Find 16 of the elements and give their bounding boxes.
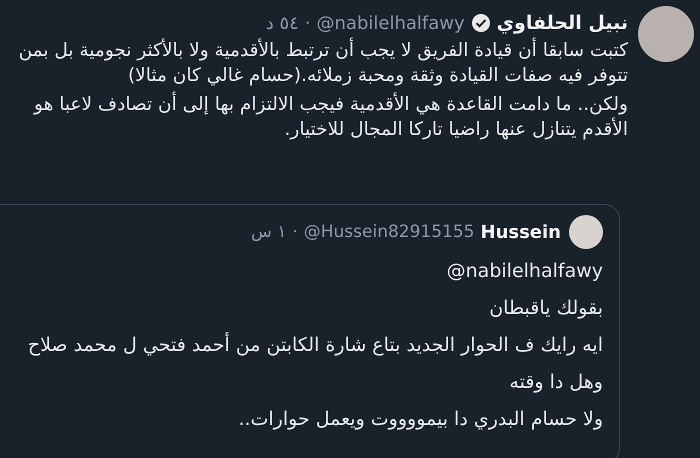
author-handle[interactable]: @Hussein82915155 — [304, 222, 474, 242]
tweet-text: ولكن.. ما دامت القاعدة هي الأقدمية فيجب الالتزام بها إلى أن تصادف لاعبا هو الأقدم يتنازل عنها راضيا تاركا المجال للاختيار. — [0, 92, 628, 142]
author-handle[interactable]: @nabilelhalfawy — [316, 12, 465, 34]
separator-dot: · — [304, 12, 311, 34]
quoted-tweet-text: ايه رايك ف الحوار الجديد بتاع شارة الكابتن من أحمد فتحي ل محمد صلاح — [26, 331, 603, 358]
post-time[interactable]: ١ س — [251, 222, 286, 242]
author-name[interactable]: نبيل الحلفاوي — [496, 12, 628, 34]
quoted-tweet-text: وهل دا وقته — [508, 370, 603, 395]
avatar-photo[interactable] — [569, 215, 603, 249]
post-time[interactable]: ٥٤ د — [266, 12, 299, 34]
tweet-text: كتبت سابقا أن قيادة الفريق لا يجب أن ترتبط بالأقدمية ولا بالأكثر نجومية بل بمن تتوفر فيه صفات القيادة وثقة ومحبة زملائه.(حسام غالي كان مثالا) — [0, 38, 628, 88]
author-name[interactable]: Hussein — [480, 222, 561, 242]
quoted-tweet-text: ولا حسام البدري دا بيمووووت ويعمل حوارات.. — [237, 407, 603, 432]
quoted-tweet-text: @nabilelhalfawy — [446, 259, 603, 284]
separator-dot: · — [292, 222, 298, 242]
quoted-tweet-text: بقولك ياقبطان — [488, 296, 603, 321]
